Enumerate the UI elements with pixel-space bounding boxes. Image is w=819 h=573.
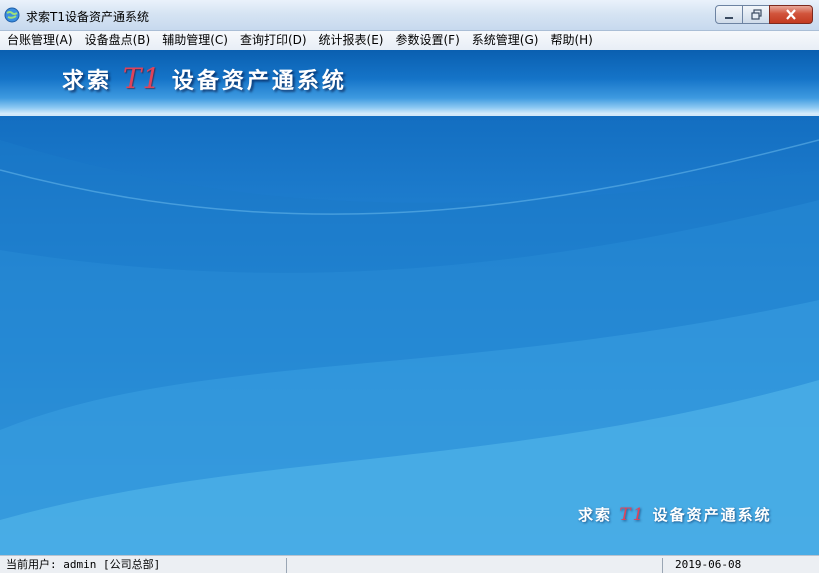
menu-reports[interactable]: 统计报表(E) [313,31,390,50]
corner-logo: 求索 T1 设备资产通系统 [578,504,772,525]
menu-inventory[interactable]: 设备盘点(B) [79,31,157,50]
corner-logo-suffix: 设备资产通系统 [652,506,772,524]
menu-auxiliary[interactable]: 辅助管理(C) [156,31,234,50]
corner-logo-mid: T1 [619,505,646,525]
minimize-button[interactable] [715,5,743,24]
banner-title-mid: T1 [122,62,162,95]
menu-query-print[interactable]: 查询打印(D) [234,31,313,50]
menu-ledger[interactable]: 台账管理(A) [0,31,79,50]
globe-icon[interactable] [4,7,20,23]
restore-button[interactable] [742,5,770,24]
banner-title: 求索 T1 设备资产通系统 [62,62,347,95]
restore-icon [750,9,762,20]
window-controls [715,5,813,25]
window-title: 求索T1设备资产通系统 [26,10,149,24]
menu-system[interactable]: 系统管理(G) [466,31,545,50]
background-waves [0,139,819,555]
main-workspace: 求索 T1 设备资产通系统 求索 T1 设备资产通系统 [0,50,819,555]
close-button[interactable] [769,5,813,24]
corner-logo-prefix: 求索 [578,506,613,524]
menu-bar: 台账管理(A) 设备盘点(B) 辅助管理(C) 查询打印(D) 统计报表(E) … [0,31,819,51]
banner-title-prefix: 求索 [62,68,113,94]
title-bar: 求索T1设备资产通系统 [0,0,819,31]
menu-parameters[interactable]: 参数设置(F) [390,31,466,50]
status-bar: 当前用户: admin [公司总部] 2019-06-08 [0,555,819,573]
minimize-icon [725,16,733,19]
status-middle [286,558,662,573]
menu-help[interactable]: 帮助(H) [544,31,598,50]
header-banner: 求索 T1 设备资产通系统 [0,50,819,114]
banner-divider [0,114,819,116]
close-icon [786,9,796,20]
status-date: 2019-06-08 [662,558,819,573]
banner-title-suffix: 设备资产通系统 [171,68,347,94]
status-current-user: 当前用户: admin [公司总部] [6,558,161,571]
